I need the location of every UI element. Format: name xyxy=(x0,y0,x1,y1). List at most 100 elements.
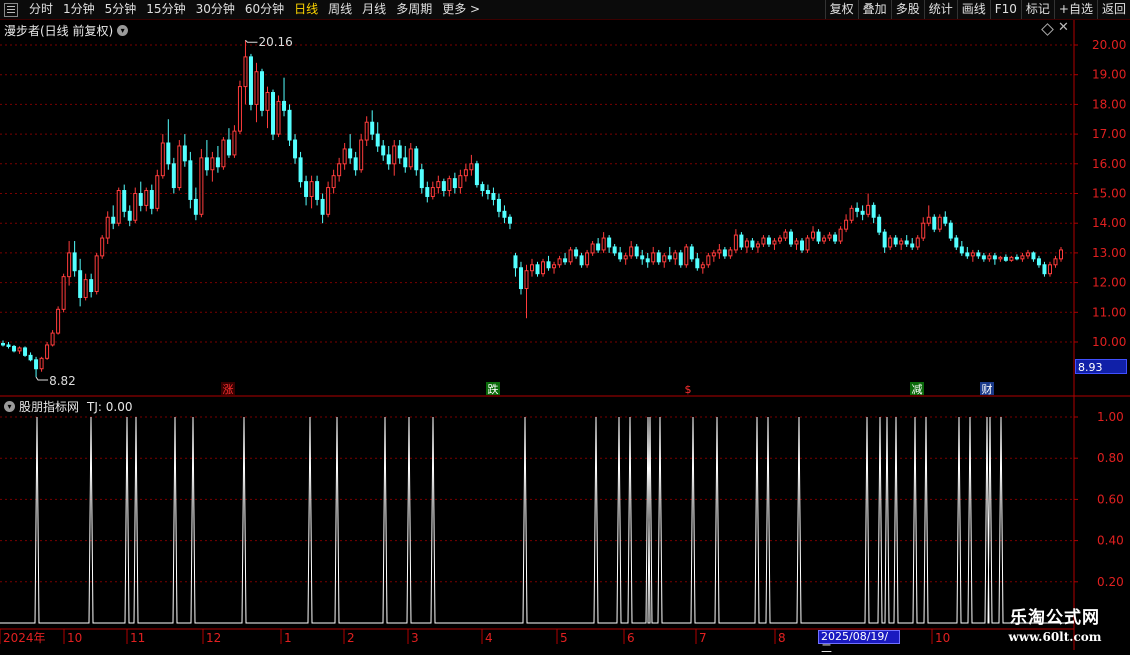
candle-body xyxy=(414,148,419,171)
candle-body xyxy=(265,92,270,111)
candle-body xyxy=(733,234,738,251)
candle-body xyxy=(596,243,601,251)
candle-body xyxy=(474,163,479,186)
candle-body xyxy=(133,193,138,221)
candle-body xyxy=(199,157,204,215)
candle-body xyxy=(1047,264,1052,275)
candle-body xyxy=(948,222,953,239)
time-tick-label: 3 xyxy=(411,631,419,645)
candle-body xyxy=(507,216,512,224)
candle-body xyxy=(915,237,920,248)
candle-body xyxy=(888,237,893,248)
candle-body xyxy=(607,237,612,248)
candle-body xyxy=(970,252,975,257)
candle-body xyxy=(111,216,116,224)
candle-body xyxy=(590,243,595,254)
chart-canvas: 20.00 19.00 18.00 17.00 16.00 15.00 14.00 13.00… xyxy=(0,20,1130,650)
candle-body xyxy=(645,258,650,263)
candle-body xyxy=(441,181,446,192)
time-tick-label: 2 xyxy=(347,631,355,645)
candle-body xyxy=(656,252,661,263)
candle-body xyxy=(1,342,5,346)
candle-body xyxy=(72,252,77,272)
candle-body xyxy=(833,234,838,242)
candle-body xyxy=(182,145,187,162)
candle-body xyxy=(518,267,523,290)
candle-body xyxy=(122,190,127,212)
candle-body xyxy=(496,198,501,212)
current-price-tag: 8.93 xyxy=(1075,359,1127,374)
low-price-label: 8.82 xyxy=(49,374,76,388)
price-tick-label: 16.00 xyxy=(1092,157,1126,171)
event-marker: $ xyxy=(685,383,692,396)
event-marker: 涨 xyxy=(223,383,234,396)
candle-body xyxy=(204,157,209,171)
candle-body xyxy=(634,246,639,257)
candle-body xyxy=(491,193,496,200)
time-tick-label: 6 xyxy=(627,631,635,645)
price-tick-label: 11.00 xyxy=(1092,305,1126,319)
candle-body xyxy=(563,258,568,263)
candle-body xyxy=(585,252,590,266)
time-tick-label: 8 xyxy=(778,631,786,645)
candle-body xyxy=(392,145,397,165)
candle-body xyxy=(904,240,909,245)
indicator-tick-label: 0.40 xyxy=(1097,534,1124,548)
candle-body xyxy=(430,187,435,197)
candle-body xyxy=(193,198,198,215)
candle-body xyxy=(849,207,854,221)
chevron-down-icon[interactable]: ▾ xyxy=(4,401,15,412)
candle-body xyxy=(535,264,540,275)
chevron-down-icon[interactable]: ▾ xyxy=(117,25,129,36)
candle-body xyxy=(860,210,865,215)
candle-body xyxy=(359,139,364,171)
candle-body xyxy=(67,252,72,278)
candle-body xyxy=(926,216,931,224)
candle-body xyxy=(348,148,353,159)
candle-body xyxy=(298,157,303,183)
candle-body xyxy=(248,56,253,105)
candle-body xyxy=(293,139,298,159)
candle-body xyxy=(717,249,722,254)
high-pointer xyxy=(245,39,258,43)
candle-body xyxy=(375,133,380,147)
candle-body xyxy=(623,255,628,260)
candle-body xyxy=(513,255,518,269)
candle-body xyxy=(34,359,39,370)
candle-body xyxy=(215,157,220,168)
candle-body xyxy=(309,181,314,197)
candle-body xyxy=(480,184,485,192)
indicator-title: ▾ 股朋指标网 TJ: 0.00 xyxy=(4,398,132,415)
candle-body xyxy=(855,207,860,212)
candle-body xyxy=(243,56,248,88)
candle-body xyxy=(728,249,733,257)
candle-body xyxy=(78,270,83,298)
candle-body xyxy=(232,130,237,156)
candle-body xyxy=(1053,258,1058,266)
indicator-tick-label: 0.20 xyxy=(1097,575,1124,589)
candle-body xyxy=(965,252,970,257)
close-icon[interactable]: ✕ xyxy=(1058,20,1069,35)
candle-body xyxy=(574,249,579,257)
candle-body xyxy=(100,237,105,257)
candle-body xyxy=(673,252,678,260)
candle-body xyxy=(678,252,683,266)
candle-body xyxy=(866,204,871,215)
candle-body xyxy=(541,261,546,275)
candle-body xyxy=(777,237,782,242)
candle-body xyxy=(1003,256,1008,261)
low-pointer xyxy=(35,376,49,381)
price-tick-label: 17.00 xyxy=(1092,127,1126,141)
candle-body xyxy=(320,198,325,215)
candle-body xyxy=(700,264,705,269)
candle-body xyxy=(144,190,149,206)
candle-body xyxy=(794,240,799,245)
stock-title: 漫步者(日线 前复权) xyxy=(4,24,114,38)
candle-body xyxy=(127,210,132,221)
candle-body xyxy=(524,270,529,290)
watermark-title: 乐淘公式网 xyxy=(1010,608,1100,628)
time-tick-label: 12 xyxy=(206,631,221,645)
event-marker: 跌 xyxy=(488,382,499,396)
candle-body xyxy=(397,145,402,159)
candle-body xyxy=(811,231,816,239)
